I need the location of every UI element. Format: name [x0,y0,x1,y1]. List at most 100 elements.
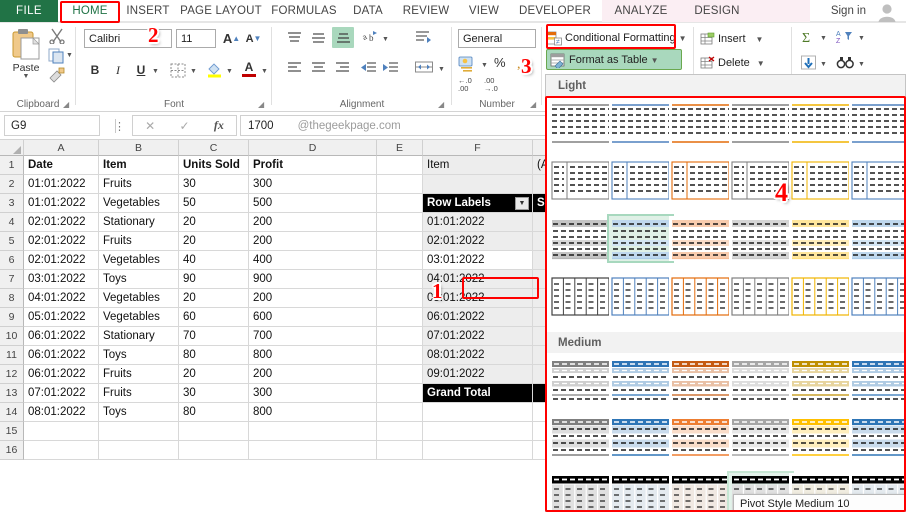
grid-cell[interactable]: Toys [99,270,179,289]
grid-cell-empty[interactable] [377,384,423,403]
format-painter-icon[interactable] [48,67,68,85]
conditional-formatting-button[interactable]: ≠ Conditional Formatting ▼ [546,28,694,48]
grid-cell[interactable]: 70 [179,327,249,346]
sort-and-filter-icon[interactable]: A Z [836,29,856,44]
alignment-dialog-launcher[interactable]: ◢ [438,100,447,109]
grid-cell[interactable]: 700 [249,327,377,346]
align-bottom-icon[interactable] [335,30,352,45]
pivot-row-label[interactable]: 05:01:2022 [423,289,533,308]
table-style-thumbnail[interactable] [549,274,612,319]
paste-dropdown-arrow[interactable]: ▼ [6,73,46,80]
cut-icon[interactable] [48,28,68,46]
table-style-thumbnail[interactable] [729,100,792,145]
grid-cell[interactable]: 50 [179,194,249,213]
merge-dropdown-arrow[interactable]: ▼ [438,66,445,73]
increase-indent-icon[interactable] [382,60,399,75]
grid-cell-empty[interactable] [377,156,423,175]
grid-cell[interactable]: 03:01:2022 [24,270,99,289]
table-style-gallery[interactable]: Light Medium [545,74,906,512]
grid-cell[interactable]: 04:01:2022 [24,289,99,308]
grid-cell-empty[interactable] [377,441,423,460]
accounting-dropdown-arrow[interactable]: ▼ [481,62,488,69]
pivot-row-label[interactable]: 07:01:2022 [423,327,533,346]
grid-cell[interactable]: Stationary [99,327,179,346]
percent-style-button[interactable]: % [494,55,506,70]
tab-file[interactable]: FILE [0,0,58,22]
format-as-table-button[interactable]: Format as Table ▼ [550,50,686,70]
font-color-dropdown-arrow[interactable]: ▼ [261,68,268,75]
grid-cell-empty[interactable] [377,175,423,194]
grid-cell-empty[interactable] [249,441,377,460]
grid-cell[interactable]: 06:01:2022 [24,346,99,365]
number-format-combo[interactable]: General [458,29,536,48]
table-style-thumbnail[interactable] [549,357,612,402]
column-header-c[interactable]: C [179,140,249,156]
grid-cell[interactable]: Fruits [99,175,179,194]
table-style-thumbnail[interactable] [669,473,732,512]
table-style-thumbnail[interactable] [669,216,732,261]
grid-cell[interactable]: 30 [179,384,249,403]
table-style-thumbnail[interactable] [789,100,852,145]
grid-cell-empty[interactable] [377,213,423,232]
font-color-icon[interactable]: A [239,59,259,79]
table-style-thumbnail[interactable] [669,415,732,460]
table-style-thumbnail[interactable] [789,415,852,460]
decrease-decimal-icon[interactable]: ←.0.00 [458,77,472,92]
grid-cell[interactable]: 200 [249,232,377,251]
grid-cell[interactable]: 02:01:2022 [24,213,99,232]
grid-cell-empty[interactable] [179,422,249,441]
column-header-f[interactable]: F [423,140,533,156]
grid-cell-empty[interactable] [377,327,423,346]
grid-cell[interactable]: 300 [249,384,377,403]
grid-cell[interactable]: Vegetables [99,308,179,327]
grid-cell-empty[interactable] [377,270,423,289]
column-header-d[interactable]: D [249,140,377,156]
borders-icon[interactable] [168,61,188,79]
decrease-font-size-icon[interactable]: A▼ [244,29,263,48]
grid-cell-empty[interactable] [377,251,423,270]
filter-dropdown-icon[interactable]: ▼ [515,197,529,210]
grid-cell[interactable]: Fruits [99,365,179,384]
grid-cell[interactable]: 200 [249,365,377,384]
grid-cell[interactable]: Stationary [99,213,179,232]
grid-cell-empty[interactable] [423,422,533,441]
grid-cell[interactable]: 800 [249,403,377,422]
accounting-format-icon[interactable] [458,55,478,70]
copy-icon[interactable] [48,48,68,66]
grid-cell[interactable]: 06:01:2022 [24,327,99,346]
grid-cell[interactable]: Toys [99,346,179,365]
grid-cell[interactable]: 400 [249,251,377,270]
grid-cell[interactable]: Fruits [99,384,179,403]
wrap-text-icon[interactable] [414,29,434,44]
merge-and-center-icon[interactable] [414,59,436,74]
sign-in-link[interactable]: Sign in [831,0,866,22]
column-header-a[interactable]: A [24,140,99,156]
row-header-16[interactable]: 16 [0,441,24,460]
table-style-thumbnail[interactable] [669,357,732,402]
table-style-thumbnail[interactable] [669,158,732,203]
pivot-row-label[interactable]: 08:01:2022 [423,346,533,365]
row-header-8[interactable]: 8 [0,289,24,308]
table-style-thumbnail[interactable] [729,357,792,402]
table-style-thumbnail[interactable] [849,274,906,319]
insert-function-fx-icon[interactable]: fx [214,118,224,133]
fill-color-dropdown-arrow[interactable]: ▼ [226,68,233,75]
grid-cell-empty[interactable] [377,422,423,441]
table-style-thumbnail[interactable] [849,100,906,145]
row-header-3[interactable]: 3 [0,194,24,213]
grid-cell[interactable]: Vegetables [99,194,179,213]
table-style-thumbnail[interactable] [609,158,672,203]
table-style-thumbnail[interactable] [729,216,792,261]
grid-cell[interactable]: 01:01:2022 [24,194,99,213]
pivot-grand-total-label[interactable]: Grand Total [423,384,533,403]
grid-cell[interactable]: 200 [249,289,377,308]
table-style-thumbnail[interactable] [669,100,732,145]
grid-cell-empty[interactable] [377,232,423,251]
grid-cell-empty[interactable] [99,441,179,460]
align-right-icon[interactable] [334,60,351,75]
pivot-blank[interactable] [423,175,533,194]
grid-cell[interactable]: 20 [179,365,249,384]
table-style-thumbnail[interactable] [609,473,672,512]
row-header-2[interactable]: 2 [0,175,24,194]
number-dialog-launcher[interactable]: ◢ [530,100,539,109]
